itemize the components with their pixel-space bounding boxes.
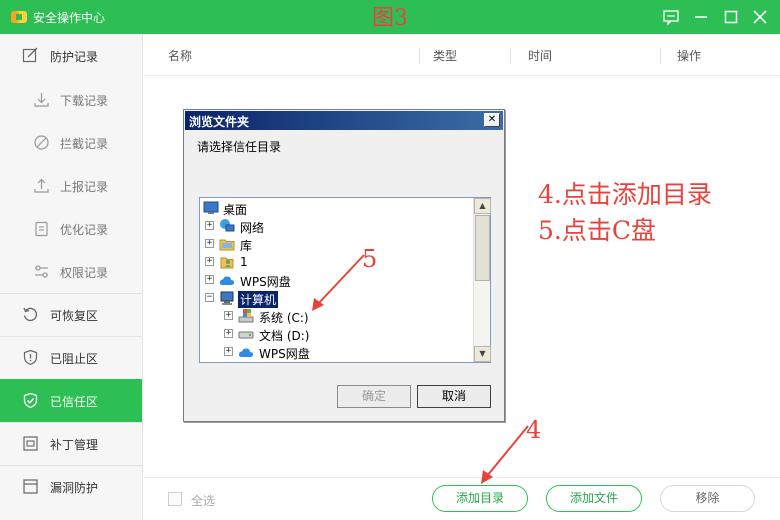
arrow-to-add-directory-icon: [481, 425, 529, 484]
annotation-arrows: [312, 254, 529, 484]
arrow-to-drive-c-icon: [312, 254, 365, 311]
